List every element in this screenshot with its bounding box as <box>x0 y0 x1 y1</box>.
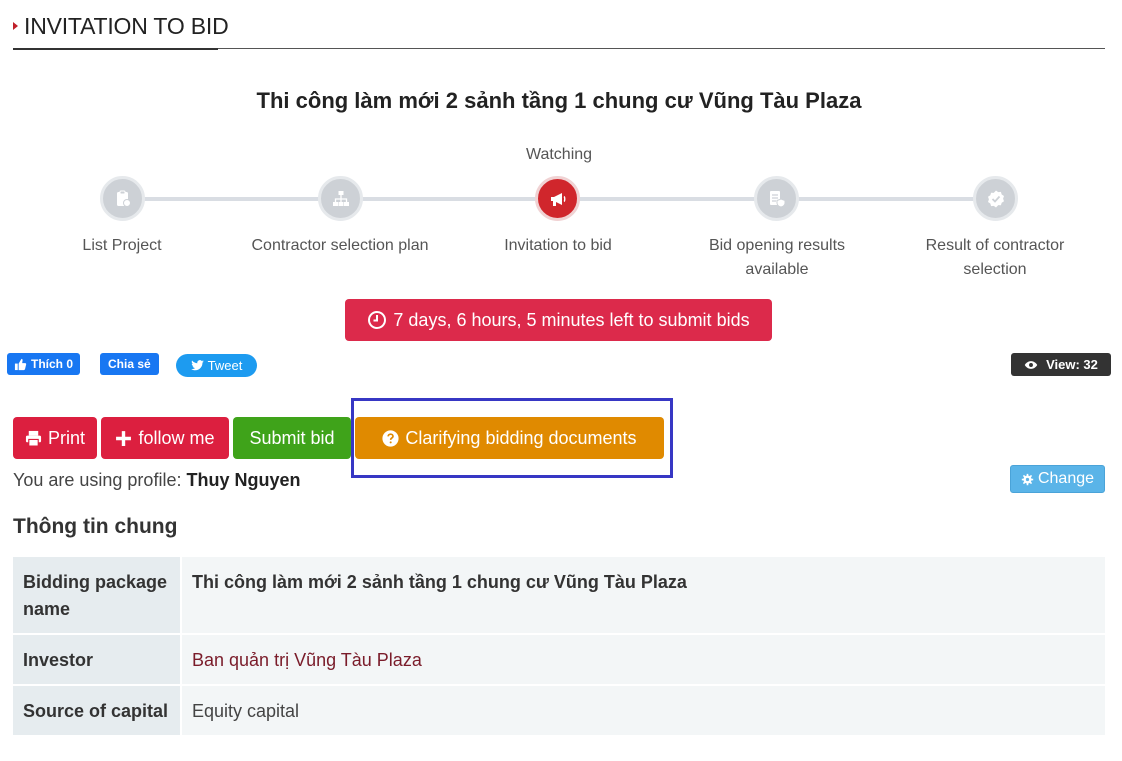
row-value-package-name: Thi công làm mới 2 sảnh tầng 1 chung cư … <box>181 557 1105 635</box>
row-value-source-capital: Equity capital <box>181 685 1105 737</box>
view-count-badge: View: 32 <box>1011 353 1111 376</box>
print-label: Print <box>47 427 85 448</box>
section-title-underline <box>13 48 218 50</box>
step-invitation-to-bid[interactable] <box>535 176 580 221</box>
row-key-investor: Investor <box>13 634 182 686</box>
plus-icon <box>116 430 132 446</box>
general-info-table: Bidding package name Thi công làm mới 2 … <box>13 557 1105 737</box>
step-result-selection[interactable] <box>973 176 1018 221</box>
table-row: Source of capital Equity capital <box>13 685 1105 737</box>
facebook-like-label: Thích 0 <box>31 357 74 371</box>
step-label-contractor-plan: Contractor selection plan <box>251 237 429 254</box>
caret-right-icon <box>13 22 18 30</box>
table-row: Bidding package name Thi công làm mới 2 … <box>13 557 1105 635</box>
thumbs-up-icon <box>14 358 27 370</box>
highlight-box <box>351 398 673 478</box>
step-label-list-project: List Project <box>82 237 162 254</box>
section-header: INVITATION TO BID <box>13 10 1105 50</box>
profile-prefix: You are using profile: <box>13 470 182 490</box>
tweet-label: Tweet <box>207 358 243 373</box>
facebook-share-button[interactable]: Chia sẻ <box>100 353 159 375</box>
step-label-invitation: Invitation to bid <box>504 237 612 254</box>
print-button[interactable]: Print <box>13 417 97 459</box>
profile-info: You are using profile: Thuy Nguyen <box>13 470 300 491</box>
change-profile-button[interactable]: Change <box>1010 465 1105 493</box>
follow-button[interactable]: follow me <box>101 417 229 459</box>
step-list-project[interactable] <box>100 176 145 221</box>
table-row: Investor Ban quản trị Vũng Tàu Plaza <box>13 634 1105 686</box>
countdown-banner: 7 days, 6 hours, 5 minutes left to submi… <box>345 299 772 341</box>
sitemap-icon <box>332 190 349 206</box>
row-key-package-name: Bidding package name <box>13 557 182 635</box>
general-info-title: Thông tin chung <box>13 515 178 538</box>
page-title: Thi công làm mới 2 sảnh tầng 1 chung cư … <box>256 88 862 113</box>
change-profile-label: Change <box>1037 470 1095 487</box>
profile-name: Thuy Nguyen <box>186 470 301 490</box>
row-key-source-capital: Source of capital <box>13 685 182 737</box>
step-label-bid-opening: Bid opening results available <box>708 237 846 278</box>
step-label-result-selection: Result of contractor selection <box>925 237 1065 278</box>
submit-bid-label: Submit bid <box>249 427 335 448</box>
current-step-indicator: Watching <box>525 146 593 163</box>
tweet-button[interactable]: Tweet <box>176 354 257 377</box>
megaphone-icon <box>550 192 565 206</box>
investor-link[interactable]: Ban quản trị Vũng Tàu Plaza <box>181 634 1105 686</box>
facebook-like-button[interactable]: Thích 0 <box>7 353 81 375</box>
eye-icon <box>1024 360 1038 369</box>
clipboard-icon <box>116 190 131 207</box>
facebook-share-label: Chia sẻ <box>108 357 151 371</box>
printer-icon <box>25 430 42 447</box>
badge-check-icon <box>987 190 1004 207</box>
document-shield-icon <box>769 190 785 208</box>
submit-bid-button[interactable]: Submit bid <box>233 417 351 459</box>
clock-icon <box>368 311 387 329</box>
step-bid-opening[interactable] <box>754 176 799 221</box>
gear-icon <box>1021 473 1034 485</box>
section-title-invitation: INVITATION TO BID <box>24 13 229 39</box>
view-count-label: View: 32 <box>1046 357 1098 372</box>
step-contractor-plan[interactable] <box>318 176 363 221</box>
twitter-bird-icon <box>190 360 204 371</box>
follow-label: follow me <box>138 427 215 448</box>
countdown-text: 7 days, 6 hours, 5 minutes left to submi… <box>393 309 750 330</box>
